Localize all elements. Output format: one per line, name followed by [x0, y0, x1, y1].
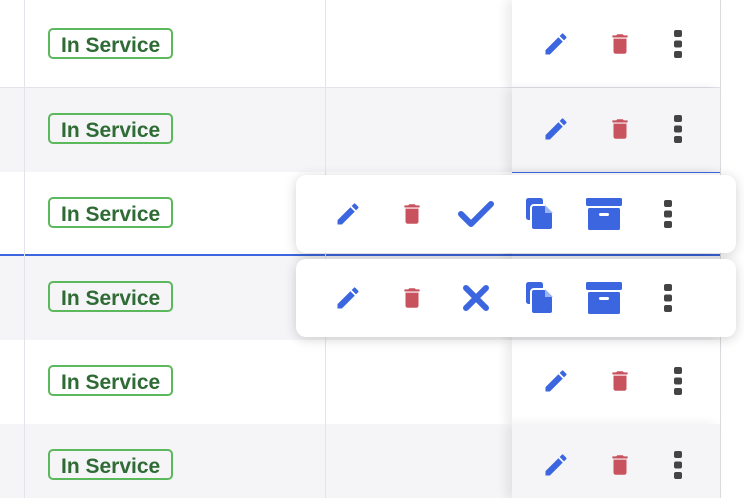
edit-button[interactable] — [536, 109, 576, 149]
column-divider — [24, 172, 25, 256]
trash-icon — [404, 288, 420, 308]
archive-button[interactable] — [584, 194, 624, 234]
more-vertical-icon — [674, 30, 682, 58]
approve-button[interactable] — [456, 194, 496, 234]
more-vertical-icon — [664, 284, 672, 312]
archive-icon — [586, 282, 622, 314]
status-badge: In Service — [48, 281, 174, 312]
row-actions — [512, 0, 720, 87]
more-vertical-icon — [674, 367, 682, 395]
trash-icon — [612, 119, 628, 139]
delete-button[interactable] — [600, 109, 640, 149]
archive-icon — [586, 198, 622, 230]
delete-button[interactable] — [600, 361, 640, 401]
status-badge: In Service — [48, 113, 174, 144]
duplicate-button[interactable] — [520, 278, 560, 318]
pencil-icon — [545, 33, 567, 55]
more-vertical-icon — [664, 200, 672, 228]
trash-icon — [612, 455, 628, 475]
status-badge: In Service — [48, 449, 174, 480]
copy-icon — [526, 282, 554, 315]
status-badge: In Service — [48, 28, 174, 59]
status-badge: In Service — [48, 365, 174, 396]
more-button[interactable] — [658, 445, 698, 485]
pencil-icon — [337, 203, 359, 225]
reject-button[interactable] — [456, 278, 496, 318]
column-divider — [325, 340, 326, 424]
row-actions — [512, 340, 720, 424]
column-divider — [24, 340, 25, 424]
delete-button[interactable] — [600, 445, 640, 485]
trash-icon — [404, 204, 420, 224]
archive-button[interactable] — [584, 278, 624, 318]
duplicate-button[interactable] — [520, 194, 560, 234]
pencil-icon — [545, 118, 567, 140]
more-button[interactable] — [658, 24, 698, 64]
delete-button[interactable] — [392, 278, 432, 318]
edit-button[interactable] — [536, 445, 576, 485]
table-row: In Service — [0, 0, 720, 88]
row-actions-popover-approve — [296, 175, 736, 253]
edit-button[interactable] — [536, 24, 576, 64]
table-row: In Service — [0, 424, 720, 498]
edit-button[interactable] — [328, 278, 368, 318]
more-button[interactable] — [658, 361, 698, 401]
column-divider — [325, 88, 326, 172]
pencil-icon — [545, 454, 567, 476]
delete-button[interactable] — [600, 24, 640, 64]
more-vertical-icon — [674, 451, 682, 479]
more-button[interactable] — [648, 194, 688, 234]
column-divider — [24, 88, 25, 172]
trash-icon — [612, 371, 628, 391]
column-divider — [325, 424, 326, 498]
table-row: In Service — [0, 88, 720, 173]
more-vertical-icon — [674, 115, 682, 143]
row-actions — [512, 424, 720, 498]
row-actions-popover-reject — [296, 259, 736, 337]
column-divider — [24, 256, 25, 340]
trash-icon — [612, 34, 628, 54]
column-divider — [325, 0, 326, 87]
column-divider — [24, 0, 25, 87]
row-actions — [512, 88, 720, 172]
status-badge: In Service — [48, 197, 174, 228]
edit-button[interactable] — [536, 361, 576, 401]
check-icon — [458, 201, 494, 227]
delete-button[interactable] — [392, 194, 432, 234]
pencil-icon — [337, 287, 359, 309]
more-button[interactable] — [658, 109, 698, 149]
more-button[interactable] — [648, 278, 688, 318]
table-row: In Service — [0, 340, 720, 425]
copy-icon — [526, 198, 554, 231]
column-divider — [24, 424, 25, 498]
edit-button[interactable] — [328, 194, 368, 234]
close-icon — [463, 285, 489, 311]
pencil-icon — [545, 370, 567, 392]
